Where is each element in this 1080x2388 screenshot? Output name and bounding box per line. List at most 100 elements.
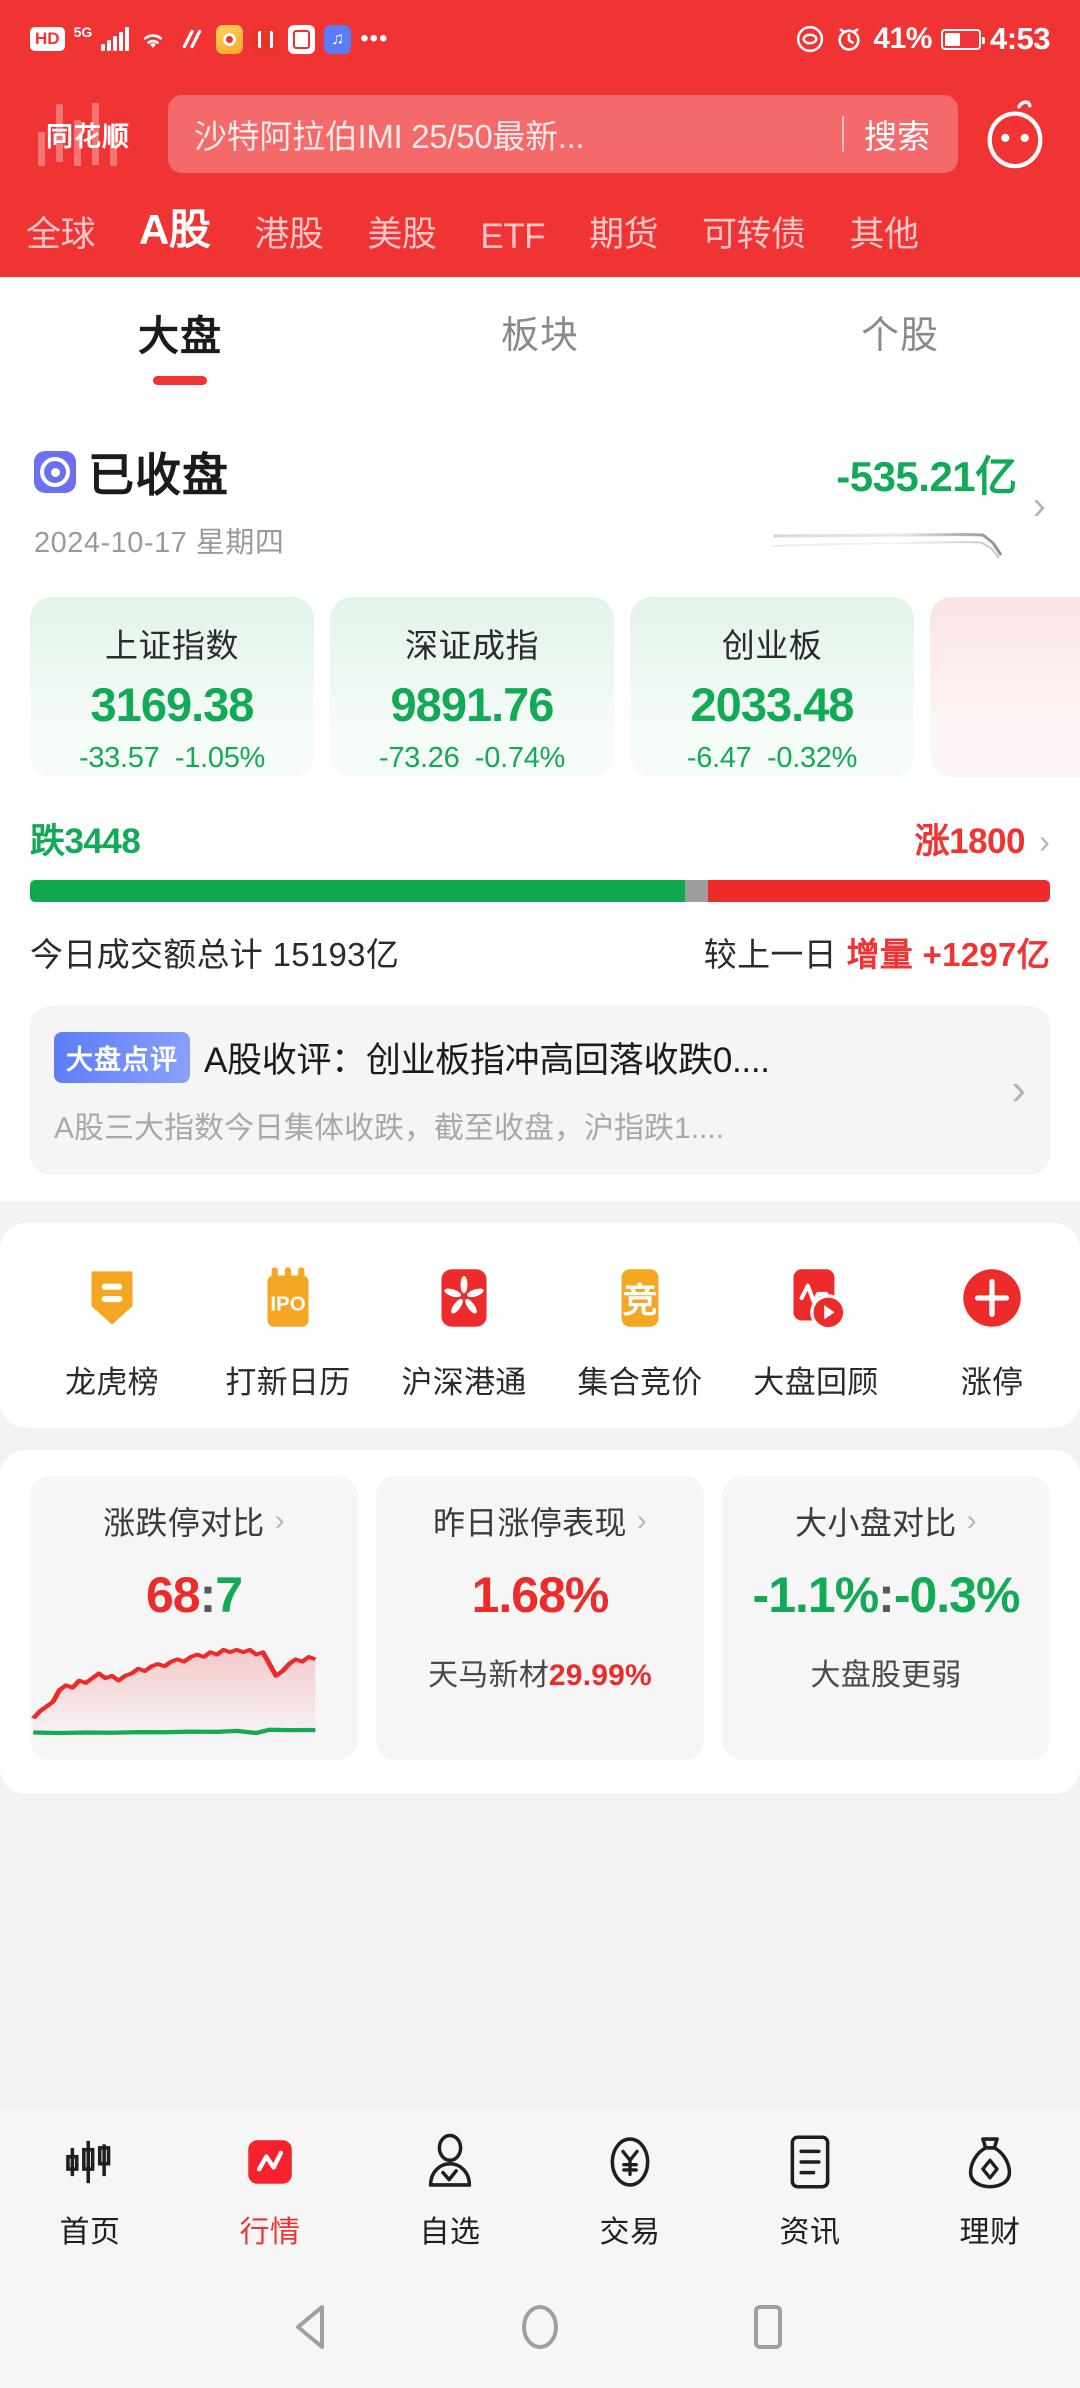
advance-decline-row[interactable]: 跌3448 涨1800 › <box>0 777 1080 864</box>
stat-value-separator: : <box>199 1567 217 1623</box>
home-circle-icon[interactable] <box>516 2301 564 2358</box>
eye-icon <box>795 24 825 54</box>
news-document-icon <box>783 2129 837 2195</box>
5g-label-icon: 5G <box>73 24 93 40</box>
market-status-left: 已收盘 2024-10-17 星期四 <box>34 439 284 561</box>
stat-card-large-small-compare[interactable]: 大小盘对比 › -1.1%:-0.3% 大盘股更弱 <box>722 1476 1050 1760</box>
stat-value-part-0: -1.1% <box>752 1567 880 1623</box>
tab-indicator <box>513 373 567 382</box>
stat-cards-row: 涨跌停对比 › 68:7 昨日涨停表现 › 1.68% 天马新材29.99% 大… <box>0 1476 1080 1760</box>
nav-item-finance[interactable]: 理财 <box>900 2129 1080 2251</box>
commentary-chevron-right-icon[interactable]: › <box>993 1065 1026 1115</box>
index-card-partial[interactable] <box>930 597 1080 777</box>
stat-card-title: 涨跌停对比 <box>103 1505 265 1541</box>
stat-card-limit-compare[interactable]: 涨跌停对比 › 68:7 <box>30 1476 358 1760</box>
market-trend-icon <box>241 2129 299 2195</box>
shortcut-call-auction[interactable]: 竞 集合竞价 <box>552 1257 728 1402</box>
index-name: 创业板 <box>721 627 823 664</box>
net-flow-block[interactable]: -535.21亿 › <box>769 439 1046 569</box>
limit-up-icon <box>951 1257 1033 1339</box>
sub-tab-bar: 大盘 板块 个股 <box>0 277 1080 409</box>
category-tab-5[interactable]: 期货 <box>567 206 680 257</box>
market-closed-icon <box>34 451 76 493</box>
alarm-icon <box>834 24 864 54</box>
stat-value-part-1: -0.3% <box>893 1567 1021 1623</box>
shortcuts-row[interactable]: 龙虎榜 IPO 打新日历 沪深港通 竞 集合竞价 大盘回顾 涨停 <box>0 1257 1080 1402</box>
shortcut-dragon-tiger[interactable]: 龙虎榜 <box>24 1257 200 1402</box>
svg-text:竞: 竞 <box>623 1281 658 1320</box>
index-name: 深证成指 <box>405 627 539 664</box>
status-bar-left: HD 5G ••• <box>30 24 388 54</box>
call-auction-icon: 竞 <box>599 1257 681 1339</box>
bottom-navigation: 首页 行情 自选 交易 资讯 理财 <box>0 2110 1080 2270</box>
category-tab-2[interactable]: 港股 <box>232 206 345 257</box>
shortcut-market-replay[interactable]: 大盘回顾 <box>728 1257 904 1402</box>
chevron-right-icon[interactable]: › <box>967 1504 977 1538</box>
shortcut-limit-up[interactable]: 涨停 <box>904 1257 1080 1402</box>
decline-segment <box>30 880 686 902</box>
index-card-shanghai[interactable]: 上证指数 3169.38 -33.57 -1.05% <box>30 597 314 777</box>
tab-dapan[interactable]: 大盘 <box>0 277 360 409</box>
shortcut-label: 集合竞价 <box>577 1365 703 1400</box>
search-input[interactable]: 沙特阿拉伯IMI 25/50最新... <box>194 110 822 158</box>
index-change: -33.57 <box>78 742 160 774</box>
decline-count: 跌3448 <box>30 822 141 861</box>
more-dots-icon: ••• <box>360 25 389 52</box>
tab-gegu[interactable]: 个股 <box>720 277 1080 409</box>
search-bar[interactable]: 沙特阿拉伯IMI 25/50最新... 搜索 <box>168 95 958 173</box>
category-tab-4[interactable]: ETF <box>458 217 567 257</box>
chevron-right-icon[interactable]: › <box>275 1504 285 1538</box>
turnover-row: 今日成交额总计 15193亿 较上一日 增量 +1297亿 <box>0 902 1080 976</box>
market-overview-panel: 已收盘 2024-10-17 星期四 -535.21亿 › 上证指数 3169.… <box>0 409 1080 1201</box>
flat-segment <box>685 880 708 902</box>
nav-label: 行情 <box>239 2216 301 2249</box>
nav-item-home[interactable]: 首页 <box>0 2129 180 2251</box>
stat-card-title: 昨日涨停表现 <box>432 1505 627 1541</box>
index-card-chinext[interactable]: 创业板 2033.48 -6.47 -0.32% <box>630 597 914 777</box>
net-flow-value: -535.21亿 <box>836 453 1017 500</box>
nav-item-trade[interactable]: 交易 <box>540 2129 720 2251</box>
market-commentary-card[interactable]: 大盘点评 A股收评：创业板指冲高回落收跌0.... A股三大指数今日集体收跌，截… <box>30 1006 1050 1175</box>
market-state-text: 已收盘 <box>88 449 229 501</box>
commentary-top: 大盘点评 A股收评：创业板指冲高回落收跌0.... <box>54 1032 993 1083</box>
category-tab-1[interactable]: A股 <box>117 196 232 257</box>
category-tab-7[interactable]: 其他 <box>828 206 941 257</box>
net-flow-sparkline <box>772 532 1002 559</box>
system-navigation-bar <box>0 2270 1080 2388</box>
search-button[interactable]: 搜索 <box>864 110 958 158</box>
index-card-shenzhen[interactable]: 深证成指 9891.76 -73.26 -0.74% <box>330 597 614 777</box>
tab-bankuai[interactable]: 板块 <box>360 277 720 409</box>
index-percent: -1.05% <box>174 742 266 774</box>
back-triangle-icon[interactable] <box>288 2301 336 2358</box>
commentary-title: A股收评：创业板指冲高回落收跌0.... <box>204 1041 770 1080</box>
nav-item-watchlist[interactable]: 自选 <box>360 2129 540 2251</box>
search-divider <box>842 116 844 152</box>
clock-time: 4:53 <box>989 21 1051 56</box>
advance-decline-bar <box>30 880 1050 902</box>
stat-value-separator: : <box>878 1567 895 1623</box>
shortcut-ipo-calendar[interactable]: IPO 打新日历 <box>200 1257 376 1402</box>
hk-connect-icon <box>423 1257 505 1339</box>
stat-card-header: 大小盘对比 › <box>795 1498 977 1544</box>
category-tab-3[interactable]: 美股 <box>345 206 458 257</box>
nav-label: 首页 <box>59 2216 121 2249</box>
category-tab-0[interactable]: 全球 <box>0 206 117 257</box>
scroll-body[interactable]: 已收盘 2024-10-17 星期四 -535.21亿 › 上证指数 3169.… <box>0 409 1080 2110</box>
nav-item-market[interactable]: 行情 <box>180 2129 360 2251</box>
category-tab-6[interactable]: 可转债 <box>680 206 828 257</box>
stat-card-header: 涨跌停对比 › <box>103 1498 285 1544</box>
category-tabs: 全球 A股 港股 美股 ETF 期货 可转债 其他 <box>0 190 1080 277</box>
commentary-tag-badge: 大盘点评 <box>54 1032 190 1083</box>
chevron-right-icon[interactable]: › <box>637 1504 647 1538</box>
recents-square-icon[interactable] <box>744 2301 792 2358</box>
stat-card-yesterday-limitup[interactable]: 昨日涨停表现 › 1.68% 天马新材29.99% <box>376 1476 704 1760</box>
net-flow-chevron-right-icon[interactable]: › <box>1033 486 1046 526</box>
robot-assistant-icon[interactable] <box>976 95 1054 173</box>
stat-card-value: -1.1%:-0.3% <box>752 1566 1021 1624</box>
shortcut-hk-connect[interactable]: 沪深港通 <box>376 1257 552 1402</box>
nav-item-news[interactable]: 资讯 <box>720 2129 900 2251</box>
index-delta: -73.26 -0.74% <box>379 742 565 775</box>
nav-label: 自选 <box>419 2216 481 2249</box>
advance-decline-chevron-right-icon[interactable]: › <box>1039 823 1050 861</box>
index-cards[interactable]: 上证指数 3169.38 -33.57 -1.05% 深证成指 9891.76 … <box>0 569 1080 777</box>
